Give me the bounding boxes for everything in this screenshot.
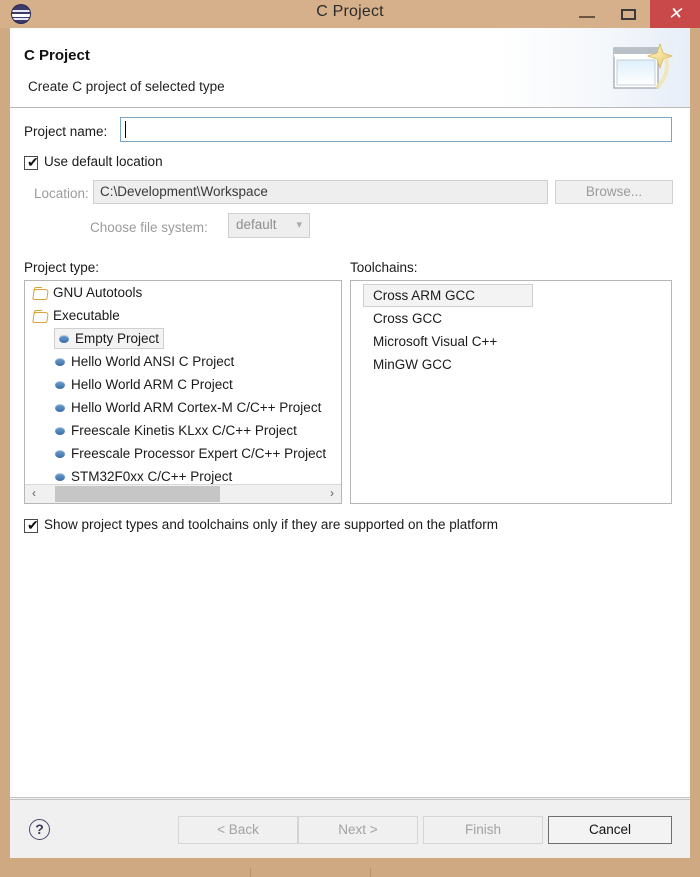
toolchain-row-label: Microsoft Visual C++ [373,334,498,349]
next-button: Next > [298,816,418,844]
folder-icon [33,287,48,299]
toolchains-list[interactable]: Cross ARM GCC Cross GCC Microsoft Visual C… [350,280,672,504]
bullet-icon [55,381,65,389]
project-type-label-text: Hello World ANSI C Project [71,354,235,369]
project-type-label-text: Hello World ARM C Project [71,377,233,392]
project-type-row[interactable]: Hello World ANSI C Project [25,350,341,373]
bullet-icon [55,473,65,481]
close-icon [650,0,700,28]
minimize-button[interactable] [566,0,608,28]
project-type-label-text: Executable [53,308,120,323]
text-caret [125,121,126,138]
project-type-label-text: Hello World ARM Cortex-M C/C++ Project [71,400,322,415]
project-type-row[interactable]: Hello World ARM Cortex-M C/C++ Project [25,396,341,419]
maximize-icon [621,9,636,20]
cancel-button[interactable]: Cancel [548,816,672,844]
bullet-icon [59,335,69,343]
bullet-icon [55,358,65,366]
project-type-row-label: Executable [33,308,120,323]
use-default-location-label[interactable]: Use default location [44,154,163,169]
file-system-label: Choose file system: [90,220,208,235]
show-supported-label[interactable]: Show project types and toolchains only i… [44,517,498,532]
file-system-select: default ▾ [228,213,310,238]
browse-button: Browse... [555,180,673,204]
project-type-label-text: GNU Autotools [53,285,143,300]
project-type-label-text: Freescale Kinetis KLxx C/C++ Project [71,423,297,438]
scroll-right-arrow-icon[interactable]: › [323,485,341,503]
scrollbar-thumb[interactable] [55,486,220,502]
page-subtitle: Create C project of selected type [28,79,225,94]
project-name-input[interactable] [120,117,672,142]
project-type-row-label: STM32F0xx C/C++ Project [55,469,232,484]
project-type-row[interactable]: Empty Project [25,327,341,350]
project-type-label-text: STM32F0xx C/C++ Project [71,469,233,484]
wizard-page-body: Project name: ✔ Use default location Loc… [10,108,690,798]
project-type-tree[interactable]: GNU Autotools Executable Empty Project Hell… [24,280,342,504]
location-label: Location: [34,186,89,201]
project-type-horizontal-scrollbar[interactable]: ‹ › [25,484,341,503]
bullet-icon [55,427,65,435]
project-type-label: Project type: [24,260,100,275]
folder-icon [33,310,48,322]
location-input: C:\Development\Workspace [93,180,548,204]
project-type-row-label: Hello World ANSI C Project [55,354,234,369]
project-type-row[interactable]: STM32F0xx C/C++ Project [25,465,341,484]
toolchain-row-label: Cross GCC [373,311,443,326]
show-supported-checkbox[interactable]: ✔ [24,517,39,533]
toolchains-label: Toolchains: [350,260,418,275]
project-type-row-label: Hello World ARM C Project [55,377,233,392]
page-title: C Project [24,47,90,64]
project-type-label-text: Freescale Processor Expert C/C++ Project [71,446,327,461]
window-titlebar: C Project [0,0,700,28]
checkmark-icon: ✔ [27,517,39,533]
bullet-icon [55,450,65,458]
toolchain-row[interactable]: Cross GCC [351,307,671,330]
project-type-row[interactable]: Executable [25,304,341,327]
project-type-row-label: Hello World ARM Cortex-M C/C++ Project [55,400,321,415]
c-project-dialog: C Project Create C project of selected t… [10,28,690,858]
desktop-background-strip [0,868,700,877]
bullet-icon [55,404,65,412]
toolchain-row-label: MinGW GCC [373,357,452,372]
project-type-row-label: GNU Autotools [33,285,142,300]
project-name-label: Project name: [24,124,108,139]
close-button[interactable] [650,0,700,28]
help-icon[interactable]: ? [29,819,50,840]
project-type-tree-viewport: GNU Autotools Executable Empty Project Hell… [25,281,341,484]
project-type-label-text: Empty Project [75,331,160,346]
project-type-row-label: Freescale Processor Expert C/C++ Project [55,446,326,461]
project-type-row[interactable]: Freescale Kinetis KLxx C/C++ Project [25,419,341,442]
dialog-button-bar: ? < Back Next > Finish Cancel [10,799,690,858]
application-window: C Project C Project Create C project of … [0,0,700,868]
finish-button: Finish [423,816,543,844]
new-project-wizard-icon [613,42,674,90]
toolchain-row-label: Cross ARM GCC [373,288,476,303]
maximize-button[interactable] [608,0,650,28]
back-button: < Back [178,816,298,844]
scroll-left-arrow-icon[interactable]: ‹ [25,485,43,503]
checkmark-icon: ✔ [27,154,39,170]
project-type-row-label: Freescale Kinetis KLxx C/C++ Project [55,423,297,438]
file-system-value: default [236,217,277,232]
wizard-banner: C Project Create C project of selected t… [10,28,690,108]
toolchain-row[interactable]: MinGW GCC [351,353,671,376]
project-type-row[interactable]: Freescale Processor Expert C/C++ Project [25,442,341,465]
project-type-row[interactable]: Hello World ARM C Project [25,373,341,396]
minimize-icon [579,16,595,18]
chevron-down-icon: ▾ [296,219,302,231]
toolchain-row[interactable]: Microsoft Visual C++ [351,330,671,353]
toolchain-row[interactable]: Cross ARM GCC [363,284,533,307]
use-default-location-checkbox[interactable]: ✔ [24,154,39,170]
project-type-row[interactable]: GNU Autotools [25,281,341,304]
project-type-row-label: Empty Project [55,329,164,348]
